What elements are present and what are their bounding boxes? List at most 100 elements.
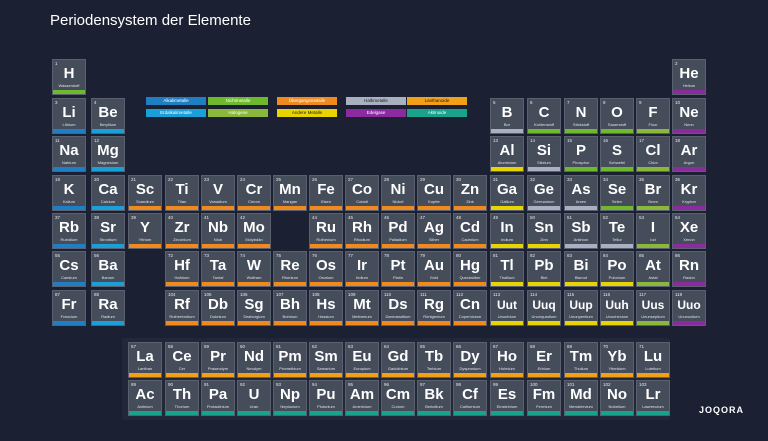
element-y[interactable]: 39 Y Yttrium [128, 213, 162, 249]
element-c[interactable]: 6 C Kohlenstoff [527, 98, 561, 134]
element-cn[interactable]: 112 Cn Copernicium [453, 290, 487, 326]
element-si[interactable]: 14 Si Silizium [527, 136, 561, 172]
element-ne[interactable]: 10 Ne Neon [672, 98, 706, 134]
element-be[interactable]: 4 Be Beryllium [91, 98, 125, 134]
element-pa[interactable]: 91 Pa Protactinium [201, 380, 235, 416]
element-hf[interactable]: 72 Hf Hafnium [165, 251, 199, 287]
element-nd[interactable]: 60 Nd Neodym [237, 342, 271, 378]
element-cl[interactable]: 17 Cl Chlor [636, 136, 670, 172]
element-al[interactable]: 13 Al Aluminium [490, 136, 524, 172]
element-mt[interactable]: 109 Mt Meitnerium [345, 290, 379, 326]
element-pu[interactable]: 94 Pu Plutonium [309, 380, 343, 416]
element-k[interactable]: 19 K Kalium [52, 175, 86, 211]
element-tl[interactable]: 81 Tl Thallium [490, 251, 524, 287]
element-li[interactable]: 3 Li Lithium [52, 98, 86, 134]
element-es[interactable]: 99 Es Einsteinium [490, 380, 524, 416]
element-uuh[interactable]: 116 Uuh Ununhexium [600, 290, 634, 326]
element-rf[interactable]: 104 Rf Rutherfordium [165, 290, 199, 326]
element-tm[interactable]: 69 Tm Thulium [564, 342, 598, 378]
element-fm[interactable]: 100 Fm Fermium [527, 380, 561, 416]
element-cs[interactable]: 55 Cs Caesium [52, 251, 86, 287]
element-he[interactable]: 2 He Helium [672, 59, 706, 95]
element-gd[interactable]: 64 Gd Gadolinium [381, 342, 415, 378]
element-uut[interactable]: 113 Uut Ununtrium [490, 290, 524, 326]
element-rh[interactable]: 45 Rh Rhodium [345, 213, 379, 249]
element-th[interactable]: 90 Th Thorium [165, 380, 199, 416]
element-lu[interactable]: 71 Lu Lutetium [636, 342, 670, 378]
element-ca[interactable]: 20 Ca Calcium [91, 175, 125, 211]
element-ni[interactable]: 28 Ni Nickel [381, 175, 415, 211]
element-w[interactable]: 74 W Wolfram [237, 251, 271, 287]
element-fr[interactable]: 87 Fr Francium [52, 290, 86, 326]
element-no[interactable]: 102 No Nobelium [600, 380, 634, 416]
element-xe[interactable]: 54 Xe Xenon [672, 213, 706, 249]
element-ac[interactable]: 89 Ac Actinium [128, 380, 162, 416]
element-pd[interactable]: 46 Pd Palladium [381, 213, 415, 249]
element-uuo[interactable]: 118 Uuo Ununoctium [672, 290, 706, 326]
element-er[interactable]: 68 Er Erbium [527, 342, 561, 378]
element-ir[interactable]: 77 Ir Iridium [345, 251, 379, 287]
element-zn[interactable]: 30 Zn Zink [453, 175, 487, 211]
element-yb[interactable]: 70 Yb Ytterbium [600, 342, 634, 378]
element-se[interactable]: 34 Se Selen [600, 175, 634, 211]
element-cr[interactable]: 24 Cr Chrom [237, 175, 271, 211]
element-fe[interactable]: 26 Fe Eisen [309, 175, 343, 211]
element-sg[interactable]: 106 Sg Seaborgium [237, 290, 271, 326]
element-po[interactable]: 84 Po Polonium [600, 251, 634, 287]
element-ta[interactable]: 73 Ta Tantal [201, 251, 235, 287]
element-hg[interactable]: 80 Hg Quecksilber [453, 251, 487, 287]
element-sc[interactable]: 21 Sc Scandium [128, 175, 162, 211]
element-b[interactable]: 5 B Bor [490, 98, 524, 134]
element-cm[interactable]: 96 Cm Curium [381, 380, 415, 416]
element-np[interactable]: 93 Np Neptunium [273, 380, 307, 416]
element-sn[interactable]: 50 Sn Zinn [527, 213, 561, 249]
element-ru[interactable]: 44 Ru Ruthenium [309, 213, 343, 249]
element-rg[interactable]: 111 Rg Röntgenium [417, 290, 451, 326]
element-in[interactable]: 49 In Indium [490, 213, 524, 249]
element-p[interactable]: 15 P Phosphor [564, 136, 598, 172]
element-lr[interactable]: 103 Lr Lawrencium [636, 380, 670, 416]
element-tb[interactable]: 65 Tb Terbium [417, 342, 451, 378]
element-sb[interactable]: 51 Sb Antimon [564, 213, 598, 249]
element-am[interactable]: 95 Am Americium [345, 380, 379, 416]
element-ds[interactable]: 110 Ds Darmstadtium [381, 290, 415, 326]
element-pb[interactable]: 82 Pb Blei [527, 251, 561, 287]
element-cu[interactable]: 29 Cu Kupfer [417, 175, 451, 211]
element-ga[interactable]: 31 Ga Gallium [490, 175, 524, 211]
element-f[interactable]: 9 F Fluor [636, 98, 670, 134]
element-bk[interactable]: 97 Bk Berkelium [417, 380, 451, 416]
element-pm[interactable]: 61 Pm Promethium [273, 342, 307, 378]
element-nb[interactable]: 41 Nb Niob [201, 213, 235, 249]
element-dy[interactable]: 66 Dy Dysprosium [453, 342, 487, 378]
element-ag[interactable]: 47 Ag Silber [417, 213, 451, 249]
element-hs[interactable]: 108 Hs Hassium [309, 290, 343, 326]
element-i[interactable]: 53 I Iod [636, 213, 670, 249]
element-bi[interactable]: 83 Bi Bismut [564, 251, 598, 287]
element-kr[interactable]: 36 Kr Krypton [672, 175, 706, 211]
element-pt[interactable]: 78 Pt Platin [381, 251, 415, 287]
element-n[interactable]: 7 N Stickstoff [564, 98, 598, 134]
element-ce[interactable]: 58 Ce Cer [165, 342, 199, 378]
element-au[interactable]: 79 Au Gold [417, 251, 451, 287]
element-md[interactable]: 101 Md Mendelevium [564, 380, 598, 416]
element-zr[interactable]: 40 Zr Zirconium [165, 213, 199, 249]
element-bh[interactable]: 107 Bh Bohrium [273, 290, 307, 326]
element-br[interactable]: 35 Br Brom [636, 175, 670, 211]
element-db[interactable]: 105 Db Dubnium [201, 290, 235, 326]
element-ti[interactable]: 22 Ti Titan [165, 175, 199, 211]
element-ge[interactable]: 32 Ge Germanium [527, 175, 561, 211]
element-sm[interactable]: 62 Sm Samarium [309, 342, 343, 378]
element-s[interactable]: 16 S Schwefel [600, 136, 634, 172]
element-mg[interactable]: 12 Mg Magnesium [91, 136, 125, 172]
element-as[interactable]: 33 As Arsen [564, 175, 598, 211]
element-co[interactable]: 27 Co Cobalt [345, 175, 379, 211]
element-pr[interactable]: 59 Pr Praseodym [201, 342, 235, 378]
element-ar[interactable]: 18 Ar Argon [672, 136, 706, 172]
element-sr[interactable]: 38 Sr Strontium [91, 213, 125, 249]
element-uuq[interactable]: 114 Uuq Ununquadium [527, 290, 561, 326]
element-re[interactable]: 75 Re Rhenium [273, 251, 307, 287]
element-ra[interactable]: 88 Ra Radium [91, 290, 125, 326]
element-uus[interactable]: 117 Uus Ununseptium [636, 290, 670, 326]
element-ba[interactable]: 56 Ba Barium [91, 251, 125, 287]
element-cd[interactable]: 48 Cd Cadmium [453, 213, 487, 249]
